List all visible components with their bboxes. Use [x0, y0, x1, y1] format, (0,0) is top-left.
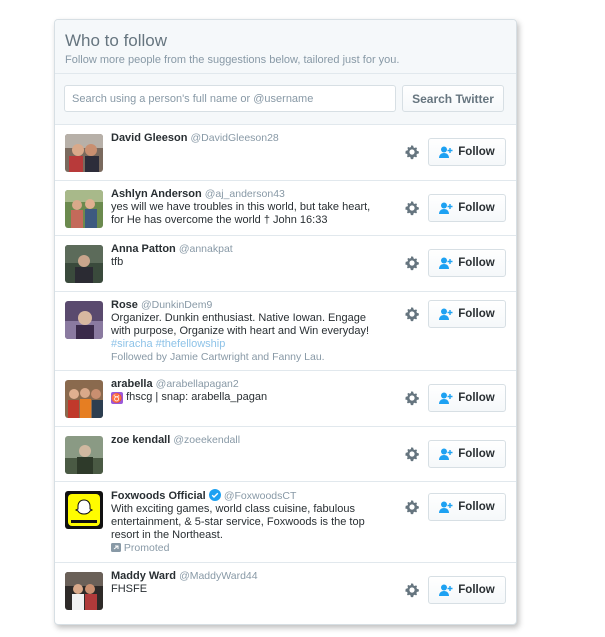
user-info: arabella @arabellapagan2 ♉ fhscg | snap:… [111, 378, 373, 404]
panel-title: Who to follow [65, 31, 168, 50]
avatar[interactable] [65, 190, 103, 228]
avatar[interactable] [65, 380, 103, 418]
user-name[interactable]: Rose [111, 299, 138, 311]
panel-subtitle: Follow more people from the suggestions … [65, 54, 400, 66]
user-name[interactable]: Ashlyn Anderson [111, 188, 202, 200]
user-name[interactable]: Maddy Ward [111, 570, 176, 582]
followed-by: Followed by Jamie Cartwright and Fanny L… [111, 351, 325, 363]
user-info: zoe kendall @zoeekendall [111, 434, 373, 447]
user-bio: FHSFE [111, 583, 148, 595]
follow-button[interactable]: Follow [428, 194, 506, 222]
gear-icon[interactable] [404, 499, 420, 515]
user-bio: With exciting games, world class cuisine… [111, 503, 365, 541]
add-user-icon [439, 308, 453, 320]
avatar[interactable] [65, 245, 103, 283]
avatar[interactable] [65, 301, 103, 339]
follow-button[interactable]: Follow [428, 300, 506, 328]
follow-button[interactable]: Follow [428, 576, 506, 604]
follow-button-label: Follow [458, 308, 495, 320]
user-info: David Gleeson @DavidGleeson28 [111, 132, 373, 145]
user-row: Ashlyn Anderson @aj_anderson43 yes will … [55, 181, 516, 236]
promoted-label: Promoted [111, 542, 373, 555]
add-user-icon [439, 584, 453, 596]
user-handle[interactable]: @DavidGleeson28 [190, 132, 278, 144]
user-name[interactable]: arabella [111, 378, 153, 390]
follow-button[interactable]: Follow [428, 440, 506, 468]
user-info: Rose @DunkinDem9 Organizer. Dunkin enthu… [111, 299, 373, 364]
user-handle[interactable]: @MaddyWard44 [179, 570, 258, 582]
user-info: Ashlyn Anderson @aj_anderson43 yes will … [111, 188, 373, 227]
user-row: David Gleeson @DavidGleeson28 Follow [55, 125, 516, 181]
user-bio: fhscg | snap: arabella_pagan [126, 391, 268, 403]
user-hashtags[interactable]: #siracha #thefellowship [111, 338, 373, 351]
add-user-icon [439, 146, 453, 158]
who-to-follow-panel: Who to follow Follow more people from th… [54, 19, 517, 625]
promoted-text: Promoted [123, 542, 170, 554]
follow-button-label: Follow [458, 501, 495, 513]
follow-button[interactable]: Follow [428, 249, 506, 277]
follow-button[interactable]: Follow [428, 384, 506, 412]
add-user-icon [439, 257, 453, 269]
user-info: Foxwoods Official @FoxwoodsCT With excit… [111, 489, 373, 555]
gear-icon[interactable] [404, 255, 420, 271]
user-row: Rose @DunkinDem9 Organizer. Dunkin enthu… [55, 292, 516, 371]
add-user-icon [439, 501, 453, 513]
user-row: Foxwoods Official @FoxwoodsCT With excit… [55, 482, 516, 563]
avatar[interactable] [65, 491, 103, 529]
search-twitter-button[interactable]: Search Twitter [402, 85, 504, 112]
follow-button-label: Follow [458, 448, 495, 460]
user-handle[interactable]: @zoeekendall [173, 434, 240, 446]
gear-icon[interactable] [404, 144, 420, 160]
user-row: Anna Patton @annakpat tfb Follow [55, 236, 516, 292]
gear-icon[interactable] [404, 582, 420, 598]
search-input[interactable] [64, 85, 396, 112]
taurus-emoji-icon: ♉ [111, 392, 123, 404]
user-name[interactable]: zoe kendall [111, 434, 170, 446]
panel-header: Who to follow Follow more people from th… [55, 20, 516, 74]
user-row: Maddy Ward @MaddyWard44 FHSFE Follow [55, 563, 516, 619]
add-user-icon [439, 392, 453, 404]
follow-button-label: Follow [458, 202, 495, 214]
user-bio-line: ♉ fhscg | snap: arabella_pagan [111, 391, 373, 404]
gear-icon[interactable] [404, 390, 420, 406]
avatar[interactable] [65, 134, 103, 172]
avatar[interactable] [65, 572, 103, 610]
gear-icon[interactable] [404, 200, 420, 216]
follow-button-label: Follow [458, 146, 495, 158]
user-handle[interactable]: @arabellapagan2 [156, 378, 239, 390]
user-bio: yes will we have troubles in this world,… [111, 201, 371, 226]
user-handle[interactable]: @annakpat [179, 243, 233, 255]
follow-button-label: Follow [458, 392, 495, 404]
search-bar: Search Twitter [55, 74, 516, 125]
gear-icon[interactable] [404, 306, 420, 322]
user-name[interactable]: David Gleeson [111, 132, 187, 144]
user-bio: tfb [111, 256, 124, 268]
user-handle[interactable]: @FoxwoodsCT [224, 490, 297, 502]
user-bio: Organizer. Dunkin enthusiast. Native Iow… [111, 312, 370, 337]
follow-button-label: Follow [458, 257, 495, 269]
follow-button[interactable]: Follow [428, 493, 506, 521]
follow-button[interactable]: Follow [428, 138, 506, 166]
add-user-icon [439, 448, 453, 460]
gear-icon[interactable] [404, 446, 420, 462]
user-info: Maddy Ward @MaddyWard44 FHSFE [111, 570, 373, 596]
user-info: Anna Patton @annakpat tfb [111, 243, 373, 269]
user-row: arabella @arabellapagan2 ♉ fhscg | snap:… [55, 371, 516, 427]
user-handle[interactable]: @DunkinDem9 [141, 299, 212, 311]
user-name[interactable]: Foxwoods Official [111, 490, 206, 502]
avatar[interactable] [65, 436, 103, 474]
user-name[interactable]: Anna Patton [111, 243, 176, 255]
promoted-icon [111, 543, 121, 552]
user-handle[interactable]: @aj_anderson43 [205, 188, 285, 200]
verified-badge-icon [208, 489, 221, 501]
user-row: zoe kendall @zoeekendall Follow [55, 427, 516, 482]
add-user-icon [439, 202, 453, 214]
follow-button-label: Follow [458, 584, 495, 596]
